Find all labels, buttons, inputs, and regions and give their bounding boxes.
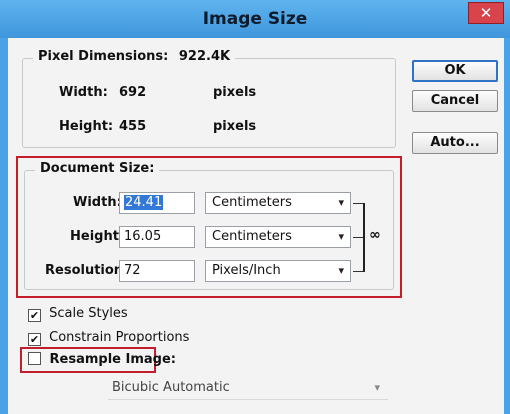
cancel-button[interactable]: Cancel bbox=[412, 90, 498, 112]
checkmark-icon: ✔ bbox=[28, 333, 41, 346]
image-size-dialog: Image Size ✕ Pixel Dimensions: 922.4K Wi… bbox=[0, 0, 510, 414]
doc-width-input[interactable]: 24.41 bbox=[119, 192, 195, 214]
resample-image-checkbox[interactable]: Resample Image: bbox=[28, 352, 176, 367]
pixel-height-label: Height: bbox=[59, 119, 114, 134]
dialog-title: Image Size bbox=[202, 9, 308, 29]
constrain-proportions-checkbox[interactable]: ✔ Constrain Proportions bbox=[28, 330, 189, 346]
doc-height-unit: Centimeters bbox=[212, 229, 292, 244]
resolution-input[interactable]: 72 bbox=[119, 260, 195, 282]
doc-width-unit: Centimeters bbox=[212, 195, 292, 210]
chevron-down-icon: ▾ bbox=[338, 196, 344, 209]
pixel-width-value: 692 bbox=[119, 85, 147, 100]
pixel-dimensions-legend: Pixel Dimensions: 922.4K bbox=[33, 49, 236, 64]
chevron-down-icon: ▾ bbox=[338, 264, 344, 277]
document-size-group: Document Size: Width: 24.41 Centimeters … bbox=[24, 161, 394, 290]
link-bracket-line bbox=[363, 203, 365, 272]
pixel-dimensions-label: Pixel Dimensions: bbox=[38, 49, 169, 64]
title-bar[interactable]: Image Size ✕ bbox=[0, 0, 510, 38]
resample-method-select[interactable]: Bicubic Automatic ▾ bbox=[108, 378, 388, 400]
doc-width-value: 24.41 bbox=[124, 195, 164, 210]
pixel-width-label: Width: bbox=[59, 85, 108, 100]
constrain-proportions-label: Constrain Proportions bbox=[49, 330, 190, 345]
chevron-down-icon: ▾ bbox=[338, 230, 344, 243]
resolution-unit-select[interactable]: Pixels/Inch ▾ bbox=[205, 260, 351, 282]
document-size-legend: Document Size: bbox=[35, 161, 160, 176]
doc-height-unit-select[interactable]: Centimeters ▾ bbox=[205, 226, 351, 248]
scale-styles-label: Scale Styles bbox=[49, 306, 128, 321]
doc-height-input[interactable]: 16.05 bbox=[119, 226, 195, 248]
pixel-width-unit: pixels bbox=[213, 85, 257, 100]
pixel-height-unit: pixels bbox=[213, 119, 257, 134]
dialog-body: Pixel Dimensions: 922.4K Width: 692 pixe… bbox=[8, 38, 504, 414]
auto-button[interactable]: Auto... bbox=[412, 132, 498, 154]
doc-width-unit-select[interactable]: Centimeters ▾ bbox=[205, 192, 351, 214]
link-bracket-bottom bbox=[353, 271, 363, 272]
ok-button[interactable]: OK bbox=[412, 60, 498, 82]
chevron-down-icon: ▾ bbox=[374, 381, 380, 394]
resample-image-label: Resample Image: bbox=[49, 352, 176, 367]
scale-styles-checkbox[interactable]: ✔ Scale Styles bbox=[28, 306, 128, 322]
link-bracket-mid bbox=[353, 237, 363, 238]
resolution-unit: Pixels/Inch bbox=[212, 263, 281, 278]
close-button[interactable]: ✕ bbox=[468, 2, 504, 24]
doc-width-label: Width: bbox=[73, 195, 122, 210]
resample-method-value: Bicubic Automatic bbox=[112, 380, 230, 395]
checkmark-icon: ✔ bbox=[28, 309, 41, 322]
doc-height-label: Height: bbox=[70, 229, 125, 244]
pixel-dimensions-group: Pixel Dimensions: 922.4K Width: 692 pixe… bbox=[22, 49, 396, 148]
pixel-height-value: 455 bbox=[119, 119, 147, 134]
pixel-dimensions-size: 922.4K bbox=[178, 49, 231, 64]
close-icon: ✕ bbox=[479, 4, 493, 22]
link-bracket-top bbox=[353, 203, 363, 204]
checkbox-box-icon bbox=[28, 352, 41, 365]
resolution-label: Resolution: bbox=[45, 263, 129, 278]
chain-link-icon: ∞ bbox=[369, 227, 381, 243]
